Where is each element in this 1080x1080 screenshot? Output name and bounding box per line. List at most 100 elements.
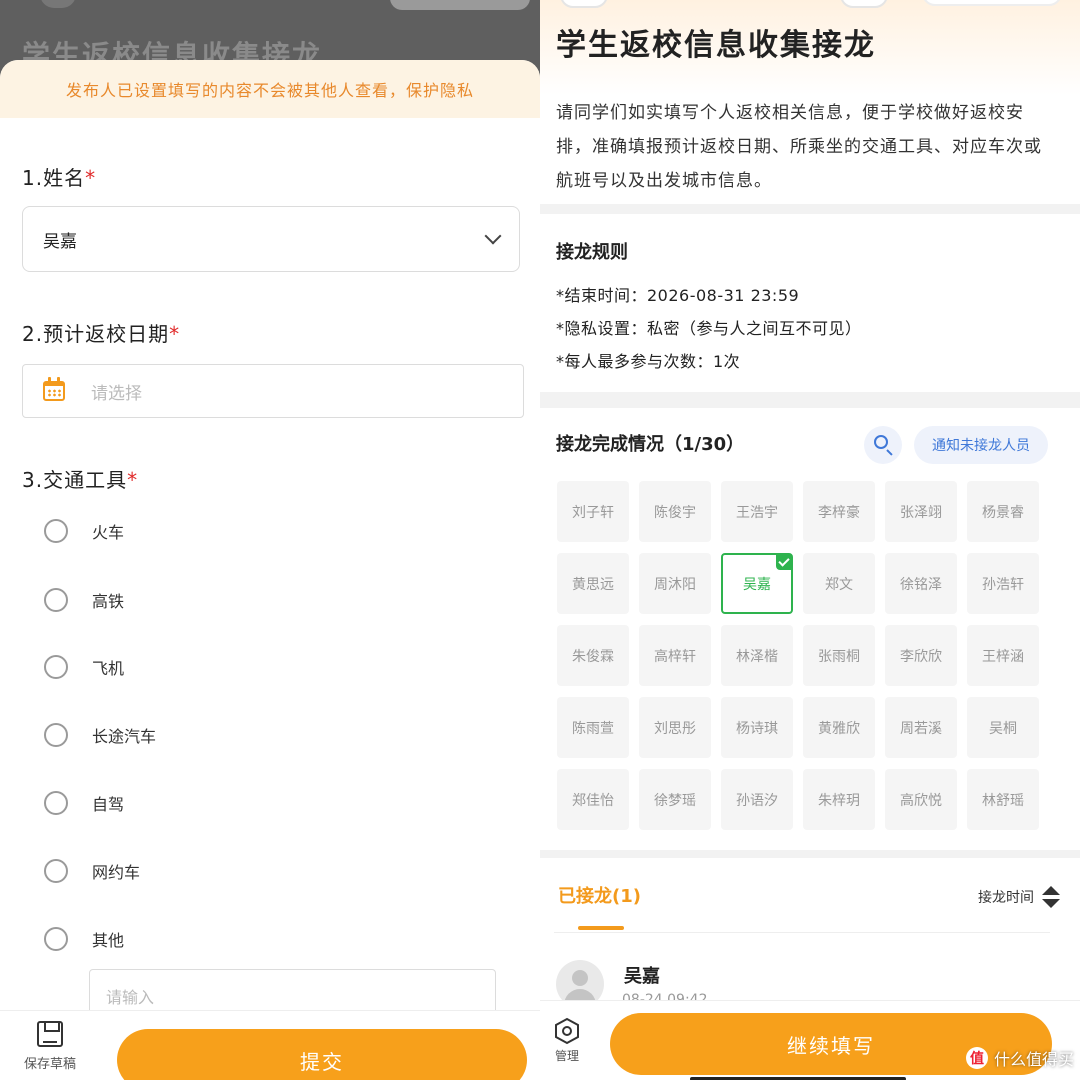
rules-section: 接龙规则 *结束时间：2026-08-31 23:59 *隐私设置：私密（参与人… — [540, 214, 1080, 392]
participant-cell[interactable]: 刘子轩 — [557, 481, 629, 542]
participant-name: 林舒瑶 — [982, 792, 1024, 809]
participant-cell[interactable]: 朱俊霖 — [557, 625, 629, 686]
participant-cell[interactable]: 杨诗琪 — [721, 697, 793, 758]
dimmed-menu-pill — [390, 0, 530, 10]
participant-cell[interactable]: 郑文 — [803, 553, 875, 614]
participant-cell[interactable]: 孙浩轩 — [967, 553, 1039, 614]
radio-button[interactable] — [44, 791, 68, 815]
participant-name: 周若溪 — [900, 720, 942, 737]
option-label: 长途汽车 — [92, 727, 157, 746]
required-mark: * — [85, 166, 97, 190]
search-button[interactable] — [864, 426, 902, 464]
submit-button[interactable]: 提交 — [117, 1029, 527, 1080]
participant-name: 李欣欣 — [900, 648, 942, 665]
name-select-value: 吴嘉 — [43, 231, 77, 252]
question-label: 预计返校日期 — [43, 322, 170, 346]
radio-button[interactable] — [44, 519, 68, 543]
rules-heading: 接龙规则 — [556, 242, 628, 263]
participant-cell[interactable]: 黄雅欣 — [803, 697, 875, 758]
rule-max-times: *每人最多参与次数：1次 — [556, 352, 741, 371]
floppy-disk-icon — [37, 1021, 63, 1047]
participant-cell[interactable]: 杨景睿 — [967, 481, 1039, 542]
checkmark-icon — [776, 554, 792, 570]
completion-heading: 接龙完成情况（1/30） — [556, 434, 745, 455]
back-button[interactable] — [560, 0, 608, 8]
question-number: 3. — [22, 468, 44, 492]
save-draft-button[interactable]: 保存草稿 — [18, 1021, 82, 1072]
participant-name: 高欣悦 — [900, 792, 942, 809]
question-2-title: 2.预计返校日期* — [22, 318, 180, 347]
participant-cell[interactable]: 吴桐 — [967, 697, 1039, 758]
entry-name: 吴嘉 — [624, 966, 660, 987]
watermark-logo: 值 — [965, 1047, 988, 1069]
participant-cell-completed[interactable]: 吴嘉 — [721, 553, 793, 614]
participant-cell[interactable]: 徐梦瑶 — [639, 769, 711, 830]
share-button[interactable] — [840, 0, 888, 8]
participant-cell[interactable]: 林泽楷 — [721, 625, 793, 686]
transport-option-ride-hailing[interactable]: 网约车 — [44, 859, 140, 883]
form-bottom-bar: 保存草稿 提交 — [0, 1010, 540, 1080]
sort-icon — [1042, 886, 1060, 908]
question-number: 2. — [22, 322, 44, 346]
participant-cell[interactable]: 周沐阳 — [639, 553, 711, 614]
participant-cell[interactable]: 李梓豪 — [803, 481, 875, 542]
required-mark: * — [169, 322, 181, 346]
transport-option-train[interactable]: 火车 — [44, 519, 124, 543]
required-mark: * — [127, 468, 139, 492]
participant-name: 刘子轩 — [572, 504, 614, 521]
participant-cell[interactable]: 徐铭泽 — [885, 553, 957, 614]
participant-cell[interactable]: 张泽翊 — [885, 481, 957, 542]
radio-button[interactable] — [44, 588, 68, 612]
option-label: 火车 — [92, 523, 125, 542]
participant-name: 李梓豪 — [818, 504, 860, 521]
participant-cell[interactable]: 刘思彤 — [639, 697, 711, 758]
dimmed-back-button — [40, 0, 76, 8]
participant-cell[interactable]: 李欣欣 — [885, 625, 957, 686]
watermark: 值 什么值得买 — [965, 1046, 1074, 1070]
transport-option-coach[interactable]: 长途汽车 — [44, 723, 156, 747]
participant-name: 朱梓玥 — [818, 792, 860, 809]
participant-cell[interactable]: 周若溪 — [885, 697, 957, 758]
name-select[interactable]: 吴嘉 — [22, 206, 520, 272]
radio-button[interactable] — [44, 655, 68, 679]
notify-unfinished-button[interactable]: 通知未接龙人员 — [914, 426, 1048, 464]
transport-option-self-drive[interactable]: 自驾 — [44, 791, 124, 815]
participant-name: 孙浩轩 — [982, 576, 1024, 593]
participant-name: 黄思远 — [572, 576, 614, 593]
participant-cell[interactable]: 王梓涵 — [967, 625, 1039, 686]
participant-cell[interactable]: 王浩宇 — [721, 481, 793, 542]
transport-option-other[interactable]: 其他 — [44, 927, 124, 951]
participant-cell[interactable]: 陈俊宇 — [639, 481, 711, 542]
participant-name: 徐梦瑶 — [654, 792, 696, 809]
participant-cell[interactable]: 张雨桐 — [803, 625, 875, 686]
participant-name: 朱俊霖 — [572, 648, 614, 665]
transport-option-plane[interactable]: 飞机 — [44, 655, 124, 679]
return-date-picker[interactable]: 请选择 — [22, 364, 524, 418]
miniprogram-menu[interactable] — [922, 0, 1062, 6]
question-1-title: 1.姓名* — [22, 162, 96, 191]
participant-cell[interactable]: 朱梓玥 — [803, 769, 875, 830]
radio-button[interactable] — [44, 859, 68, 883]
radio-button[interactable] — [44, 723, 68, 747]
save-draft-label: 保存草稿 — [23, 1057, 76, 1072]
participant-cell[interactable]: 高梓轩 — [639, 625, 711, 686]
participant-name: 陈俊宇 — [654, 504, 696, 521]
question-number: 1. — [22, 166, 44, 190]
participant-cell[interactable]: 陈雨萱 — [557, 697, 629, 758]
settings-hexagon-icon — [554, 1017, 580, 1045]
manage-button[interactable]: 管理 — [550, 1017, 584, 1064]
rule-privacy: *隐私设置：私密（参与人之间互不可见） — [556, 319, 862, 338]
participant-cell[interactable]: 孙语汐 — [721, 769, 793, 830]
rule-end-time: *结束时间：2026-08-31 23:59 — [556, 286, 800, 305]
participant-cell[interactable]: 郑佳怡 — [557, 769, 629, 830]
sort-by-time-button[interactable]: 接龙时间 — [978, 886, 1060, 908]
detail-panel: 学生返校信息收集接龙 请同学们如实填写个人返校相关信息，便于学校做好返校安排，准… — [540, 0, 1080, 1080]
participant-cell[interactable]: 黄思远 — [557, 553, 629, 614]
watermark-text: 什么值得买 — [993, 1050, 1074, 1069]
radio-button[interactable] — [44, 927, 68, 951]
participant-cell[interactable]: 高欣悦 — [885, 769, 957, 830]
tab-joined[interactable]: 已接龙(1) — [558, 882, 641, 908]
transport-option-highspeed-rail[interactable]: 高铁 — [44, 588, 124, 612]
participant-cell[interactable]: 林舒瑶 — [967, 769, 1039, 830]
intro-text: 请同学们如实填写个人返校相关信息，便于学校做好返校安排，准确填报预计返校日期、所… — [556, 103, 1042, 191]
